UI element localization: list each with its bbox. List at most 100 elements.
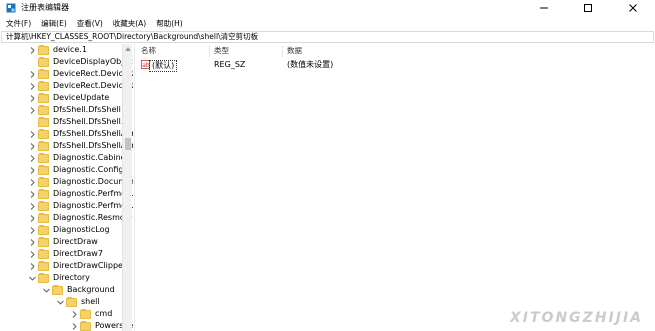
menu-edit[interactable]: 编辑(E) <box>35 17 67 30</box>
tree-node[interactable]: Diagnostic.Perfmon.D <box>28 200 133 212</box>
list-item[interactable]: ab (默认) REG_SZ (数值未设置) <box>138 59 655 72</box>
chevron-right-icon[interactable] <box>28 164 36 176</box>
folder-icon <box>38 236 49 247</box>
chevron-right-icon[interactable] <box>28 248 36 260</box>
tree-node[interactable]: DirectDraw7 <box>28 248 103 260</box>
chevron-right-icon[interactable] <box>70 308 78 320</box>
folder-icon <box>80 320 91 331</box>
tree-node[interactable]: Diagnostic.Cabinet <box>28 152 129 164</box>
close-button[interactable] <box>615 0 651 15</box>
tree-node[interactable]: cmd <box>70 308 112 320</box>
chevron-right-icon[interactable] <box>28 188 36 200</box>
tree-node-label: DirectDrawClipper <box>53 261 127 270</box>
chevron-right-icon[interactable] <box>28 92 36 104</box>
regedit-icon <box>6 3 16 13</box>
folder-icon <box>38 116 49 127</box>
address-bar[interactable]: 计算机\HKEY_CLASSES_ROOT\Directory\Backgrou… <box>1 31 654 43</box>
chevron-right-icon[interactable] <box>28 140 36 152</box>
tree-node-label: DeviceRect.DeviceRec <box>53 69 133 78</box>
tree-node[interactable]: Directory <box>28 272 90 284</box>
chevron-right-icon[interactable] <box>28 200 36 212</box>
window-title: 注册表编辑器 <box>21 3 69 12</box>
folder-icon <box>38 128 49 139</box>
folder-icon <box>38 188 49 199</box>
chevron-down-icon[interactable] <box>56 296 64 308</box>
menu-favorites[interactable]: 收藏夹(A) <box>107 17 146 30</box>
tree-node-label: DeviceRect.DeviceRec <box>53 81 133 90</box>
column-header-type[interactable]: 类型 <box>214 45 229 57</box>
chevron-down-icon[interactable] <box>42 284 50 296</box>
folder-icon <box>38 152 49 163</box>
folder-icon <box>38 272 49 283</box>
tree-node-label: Diagnostic.Resmon.C <box>53 213 133 222</box>
pane-splitter[interactable] <box>134 44 135 331</box>
chevron-down-icon[interactable] <box>28 272 36 284</box>
tree-node[interactable]: DirectDraw <box>28 236 98 248</box>
minimize-icon <box>540 7 548 8</box>
chevron-right-icon[interactable] <box>28 260 36 272</box>
menu-file[interactable]: 文件(F) <box>0 17 31 30</box>
chevron-right-icon[interactable] <box>28 224 36 236</box>
tree-node-label: Diagnostic.Config <box>53 165 124 174</box>
tree-node-label: cmd <box>95 309 113 318</box>
chevron-right-icon[interactable] <box>28 152 36 164</box>
tree-node[interactable]: DfsShell.DfsShellAdm <box>28 140 133 152</box>
tree-node[interactable]: DfsShell.DfsShell <box>28 104 121 116</box>
scrollbar-thumb[interactable] <box>125 138 131 150</box>
folder-icon <box>80 308 91 319</box>
folder-icon <box>52 284 63 295</box>
tree-node[interactable]: Diagnostic.Perfmon.D <box>28 188 133 200</box>
tree-node-label: Diagnostic.Document <box>53 177 133 186</box>
tree-node[interactable]: DirectDrawClipper <box>28 260 126 272</box>
menu-help[interactable]: 帮助(H) <box>150 17 183 30</box>
folder-icon <box>38 68 49 79</box>
tree-node[interactable]: shell <box>56 296 100 308</box>
folder-icon <box>38 104 49 115</box>
value-type: REG_SZ <box>214 60 246 69</box>
maximize-icon <box>584 3 592 12</box>
folder-icon <box>38 224 49 235</box>
tree-node-label: DirectDraw7 <box>53 249 103 258</box>
tree-node[interactable]: Diagnostic.Config <box>28 164 123 176</box>
tree-node[interactable]: DfsShell.DfsShellAdm <box>28 128 133 140</box>
folder-icon <box>38 176 49 187</box>
maximize-button[interactable] <box>570 0 606 15</box>
chevron-right-icon[interactable] <box>28 236 36 248</box>
menu-view[interactable]: 查看(V) <box>71 17 103 30</box>
column-header-name[interactable]: 名称 <box>141 45 156 57</box>
tree-node-label: shell <box>81 297 100 306</box>
tree-node[interactable]: DeviceRect.DeviceRec <box>28 80 133 92</box>
column-header-data[interactable]: 数据 <box>287 45 302 57</box>
folder-icon <box>66 296 77 307</box>
chevron-right-icon[interactable] <box>28 128 36 140</box>
column-divider[interactable] <box>209 45 210 57</box>
tree-node[interactable]: DeviceUpdate <box>28 92 109 104</box>
tree-node[interactable]: device.1 <box>28 44 87 56</box>
tree-node[interactable]: DeviceRect.DeviceRec <box>28 68 133 80</box>
chevron-right-icon[interactable] <box>28 68 36 80</box>
chevron-right-icon[interactable] <box>28 80 36 92</box>
tree-node-label: Diagnostic.Cabinet <box>53 153 129 162</box>
chevron-right-icon[interactable] <box>28 104 36 116</box>
watermark: XITONGZHIJIA <box>510 310 643 326</box>
tree-node[interactable]: DfsShell.DfsShell.1 <box>28 116 129 128</box>
tree-node-label: DiagnosticLog <box>53 225 110 234</box>
tree-node-label: DeviceUpdate <box>53 93 110 102</box>
minimize-button[interactable] <box>526 0 562 15</box>
tree-node-label: Diagnostic.Perfmon.D <box>53 189 133 198</box>
chevron-right-icon[interactable] <box>28 212 36 224</box>
folder-icon <box>38 56 49 67</box>
tree-node-label: Directory <box>53 273 90 282</box>
tree-node[interactable]: Background <box>42 284 115 296</box>
chevron-right-icon[interactable] <box>70 320 78 331</box>
scroll-up-icon[interactable] <box>123 44 133 54</box>
tree-node[interactable]: DiagnosticLog <box>28 224 110 236</box>
tree-scrollbar[interactable] <box>122 44 132 331</box>
chevron-right-icon[interactable] <box>28 176 36 188</box>
tree-node[interactable]: DeviceDisplayObject <box>28 56 133 68</box>
tree-node[interactable]: Diagnostic.Document <box>28 176 133 188</box>
tree-node[interactable]: Diagnostic.Resmon.C <box>28 212 133 224</box>
chevron-right-icon[interactable] <box>28 44 36 56</box>
column-divider[interactable] <box>282 45 283 57</box>
